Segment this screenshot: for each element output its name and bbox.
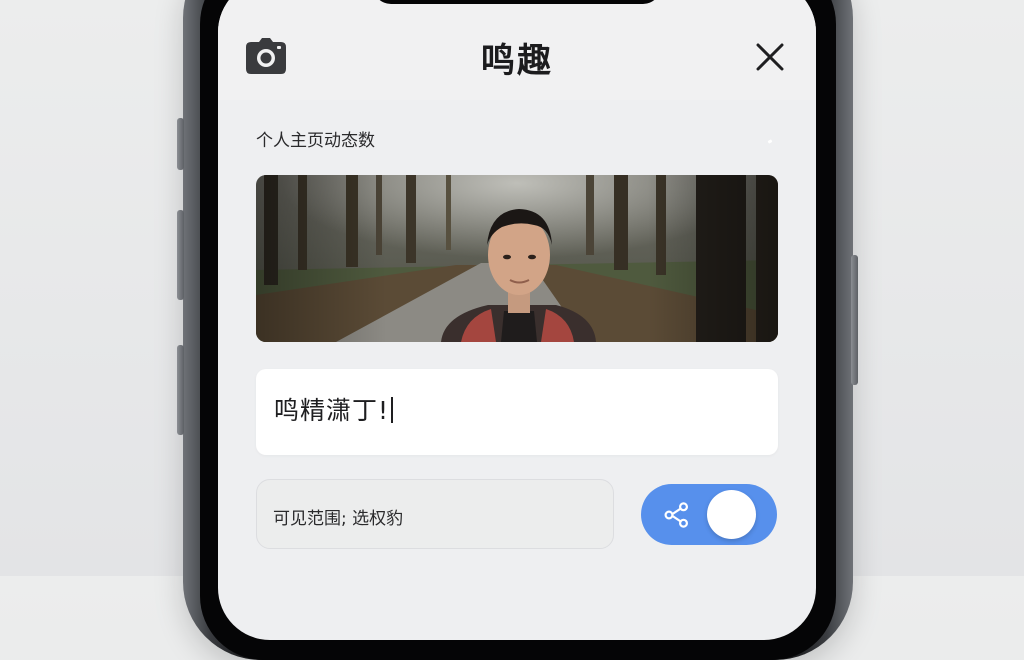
message-input[interactable]: 鸣精潇丁!	[256, 369, 778, 455]
message-text: 鸣精潇丁!	[274, 391, 394, 427]
phone-notch	[373, 0, 661, 4]
visibility-label: 可见范围; 选权豹	[273, 509, 404, 529]
share-toggle[interactable]	[641, 484, 777, 545]
page-title: 鸣趣	[481, 41, 553, 81]
toggle-knob	[707, 490, 756, 539]
app-header: 鸣趣	[218, 0, 816, 100]
volume-down-button	[177, 345, 184, 435]
decorative-dot	[767, 139, 773, 144]
phone-screen: 鸣趣 个人主页动态数 鸣精潇丁! 可见范围; 选权豹	[218, 0, 816, 640]
close-button[interactable]	[753, 40, 787, 74]
profile-photo-image	[256, 175, 778, 342]
mute-switch	[177, 118, 184, 170]
power-button	[851, 255, 858, 385]
share-icon	[664, 502, 689, 528]
close-icon	[756, 43, 784, 71]
message-text-value: 鸣精潇丁!	[274, 396, 390, 425]
profile-photo[interactable]	[256, 175, 778, 342]
visibility-selector[interactable]: 可见范围; 选权豹	[256, 479, 614, 549]
text-cursor	[391, 397, 394, 423]
volume-up-button	[177, 210, 184, 300]
section-label: 个人主页动态数	[256, 131, 375, 151]
